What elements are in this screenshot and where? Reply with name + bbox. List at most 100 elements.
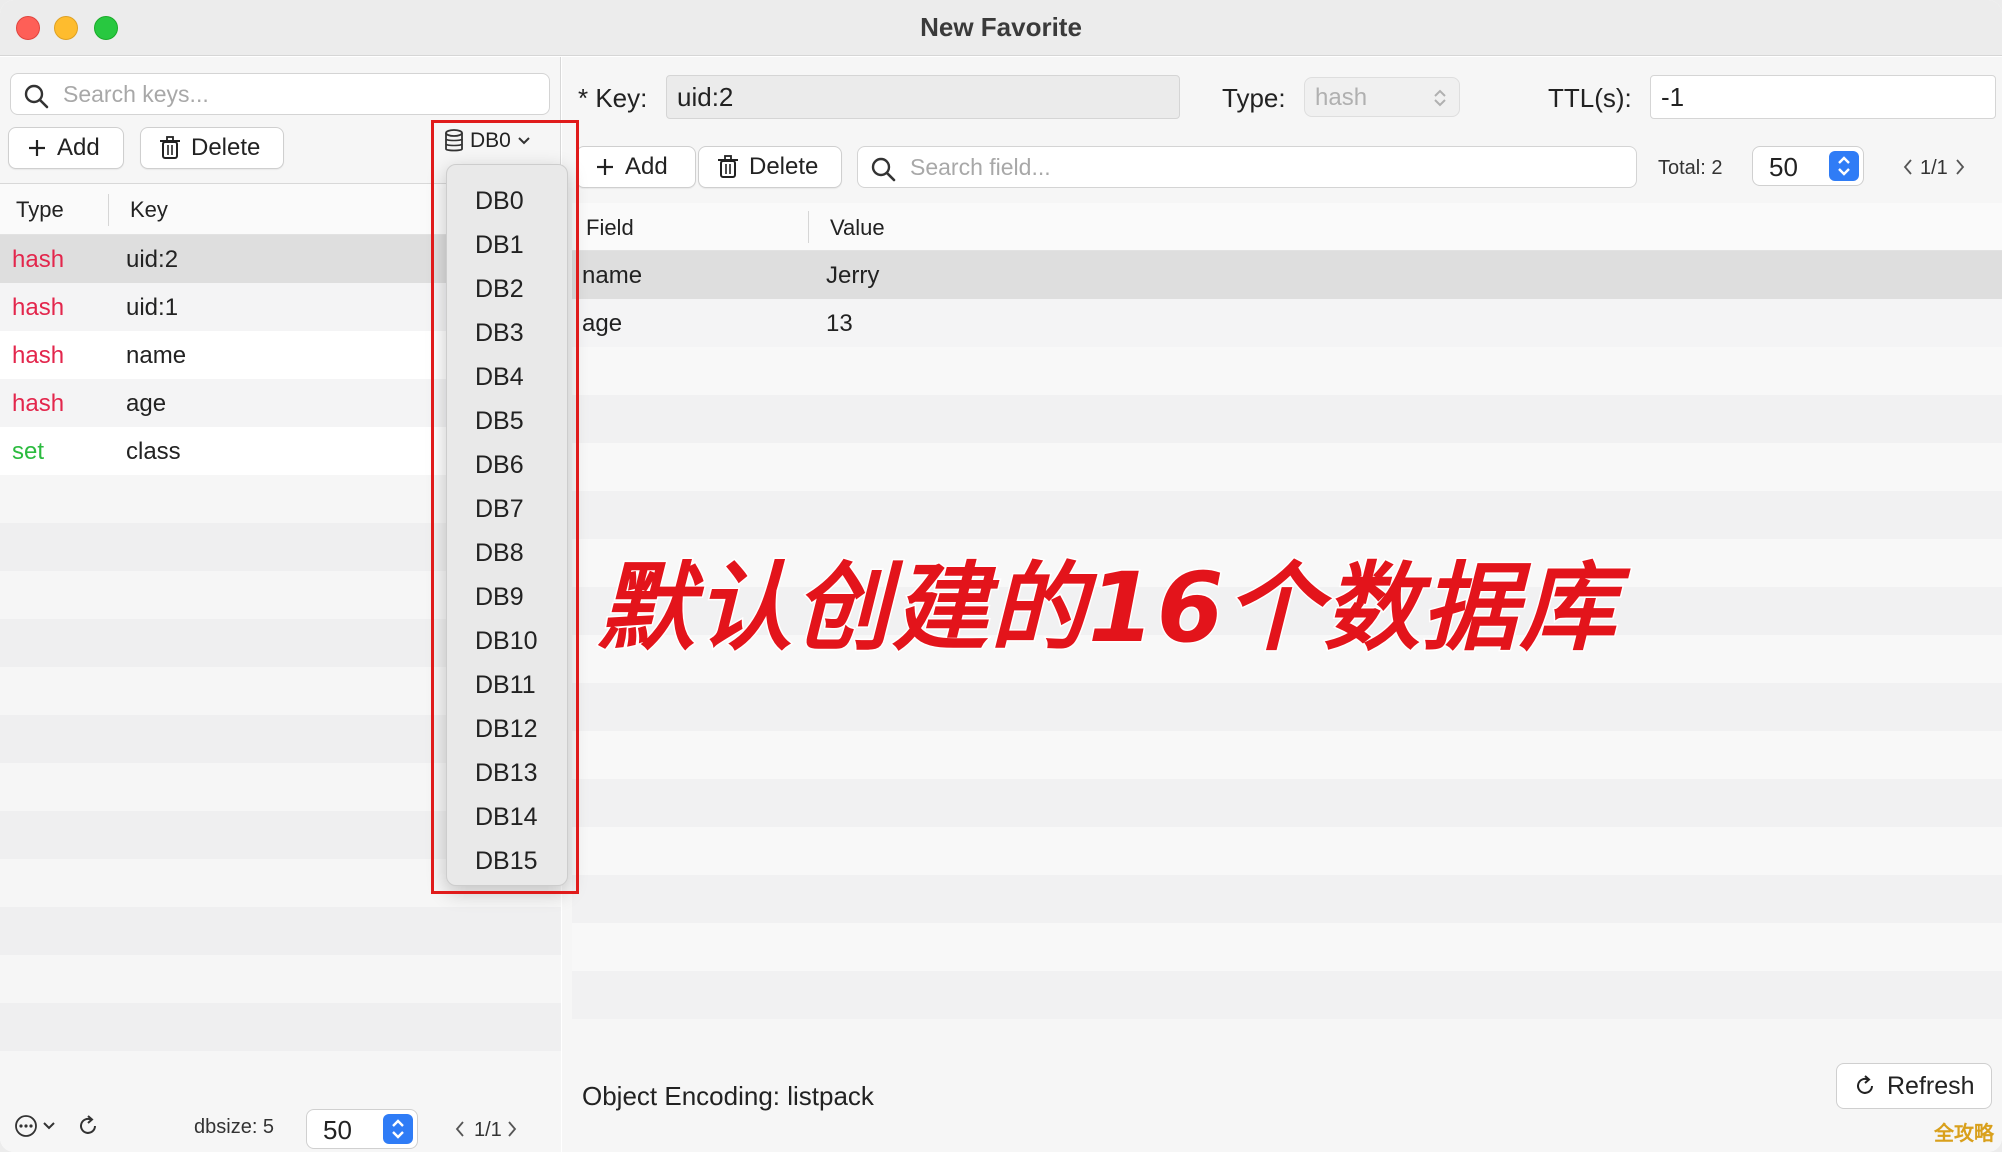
db-dropdown-menu: DB0 DB1 DB2 DB3 DB4 DB5 DB6 DB7 DB8 DB9 DB10 DB11 DB…: [446, 164, 568, 886]
empty-row: [572, 875, 2002, 923]
empty-row: [572, 443, 2002, 491]
field-page-size-stepper[interactable]: 50: [1752, 146, 1864, 186]
prev-page-icon[interactable]: [1902, 158, 1914, 176]
trash-icon: [718, 155, 738, 178]
field-row[interactable]: age 13: [572, 299, 2002, 347]
key-type: set: [12, 438, 45, 465]
total-count: Total: 2: [1658, 157, 1723, 179]
refresh-icon: [80, 1115, 96, 1134]
prev-page-icon[interactable]: [454, 1120, 466, 1138]
column-header-type[interactable]: Type: [16, 197, 64, 223]
key-type: hash: [12, 342, 65, 369]
field-table-header: Field Value: [572, 203, 2002, 251]
trash-icon: [160, 136, 180, 159]
plus-icon: [597, 159, 613, 175]
db-option[interactable]: DB8: [447, 531, 567, 575]
column-header-field[interactable]: Field: [586, 215, 634, 241]
page-size-stepper[interactable]: 50: [306, 1109, 418, 1149]
key-name: uid:2: [126, 246, 179, 273]
field-name: age: [582, 310, 623, 337]
field-page-size-value: 50: [1769, 152, 1798, 182]
key-name: uid:1: [126, 294, 179, 321]
object-encoding: Object Encoding: listpack: [582, 1081, 874, 1111]
watermark: 全攻略: [1934, 1121, 1994, 1145]
field-value: Jerry: [826, 262, 880, 289]
more-options-button[interactable]: [14, 1114, 62, 1143]
key-type: hash: [12, 390, 65, 417]
db-option[interactable]: DB6: [447, 443, 567, 487]
search-field-input[interactable]: [910, 151, 1610, 183]
stepper-arrows-icon[interactable]: [383, 1114, 413, 1144]
type-select-value: hash: [1315, 84, 1368, 111]
delete-field-label: Delete: [749, 153, 819, 180]
type-select[interactable]: hash: [1304, 77, 1460, 117]
database-icon: [445, 129, 463, 152]
db-option[interactable]: DB7: [447, 487, 567, 531]
ellipsis-circle-icon: [15, 1115, 55, 1137]
app-window: New Favorite Add Delet: [0, 0, 2002, 1152]
ttl-field[interactable]: -1: [1650, 75, 1996, 119]
db-option[interactable]: DB15: [447, 839, 567, 883]
column-divider[interactable]: [108, 194, 109, 226]
column-divider[interactable]: [808, 211, 809, 243]
page-size-value: 50: [323, 1115, 352, 1145]
db-option[interactable]: DB11: [447, 663, 567, 707]
field-page-indicator: 1/1: [1920, 157, 1948, 179]
key-type: hash: [12, 246, 65, 273]
column-header-key[interactable]: Key: [130, 197, 168, 223]
up-down-chevron-icon: [1434, 89, 1446, 107]
db-option[interactable]: DB14: [447, 795, 567, 839]
stepper-arrows-icon[interactable]: [1829, 151, 1859, 181]
type-label: Type:: [1222, 83, 1286, 113]
db-option[interactable]: DB1: [447, 223, 567, 267]
key-list-footer: dbsize: 5 50 1/1: [0, 1097, 561, 1152]
delete-key-button[interactable]: Delete: [140, 127, 284, 169]
add-field-button[interactable]: Add: [576, 146, 696, 188]
column-header-value[interactable]: Value: [830, 215, 885, 241]
search-keys-input[interactable]: [63, 78, 533, 110]
ttl-label: TTL(s):: [1548, 83, 1632, 113]
empty-row: [572, 779, 2002, 827]
delete-field-button[interactable]: Delete: [698, 146, 842, 188]
search-field-box[interactable]: [857, 146, 1637, 188]
db-option[interactable]: DB0: [447, 179, 567, 223]
empty-row: [0, 907, 561, 955]
db-option[interactable]: DB5: [447, 399, 567, 443]
empty-row: [0, 955, 561, 1003]
chevron-down-icon: [518, 137, 530, 145]
next-page-icon[interactable]: [506, 1120, 518, 1138]
empty-row: [572, 395, 2002, 443]
next-page-icon[interactable]: [1954, 158, 1966, 176]
field-value: 13: [826, 310, 853, 337]
key-name: age: [126, 390, 167, 417]
db-option[interactable]: DB4: [447, 355, 567, 399]
add-key-button[interactable]: Add: [8, 127, 124, 169]
db-option[interactable]: DB13: [447, 751, 567, 795]
empty-row: [572, 683, 2002, 731]
db-select-dropdown[interactable]: DB0: [444, 123, 531, 159]
search-keys-box[interactable]: [10, 73, 550, 115]
dbsize-label: dbsize: 5: [194, 1116, 275, 1138]
empty-row: [0, 1051, 561, 1099]
empty-row: [572, 971, 2002, 1019]
refresh-label: Refresh: [1887, 1071, 1975, 1100]
refresh-button[interactable]: Refresh: [1836, 1063, 1992, 1109]
window-title: New Favorite: [920, 12, 1082, 42]
field-row[interactable]: name Jerry: [572, 251, 2002, 299]
add-field-label: Add: [625, 153, 668, 180]
key-type: hash: [12, 294, 65, 321]
db-option[interactable]: DB12: [447, 707, 567, 751]
db-option[interactable]: DB3: [447, 311, 567, 355]
db-option[interactable]: DB2: [447, 267, 567, 311]
key-label: * Key:: [578, 83, 648, 113]
db-select-value: DB0: [470, 129, 511, 152]
page-indicator: 1/1: [474, 1119, 502, 1141]
db-option[interactable]: DB10: [447, 619, 567, 663]
reload-keys-button[interactable]: [76, 1114, 100, 1143]
empty-row: [572, 347, 2002, 395]
key-name-field[interactable]: uid:2: [666, 75, 1180, 119]
add-key-label: Add: [57, 134, 100, 161]
empty-row: [572, 731, 2002, 779]
empty-row: [572, 827, 2002, 875]
db-option[interactable]: DB9: [447, 575, 567, 619]
